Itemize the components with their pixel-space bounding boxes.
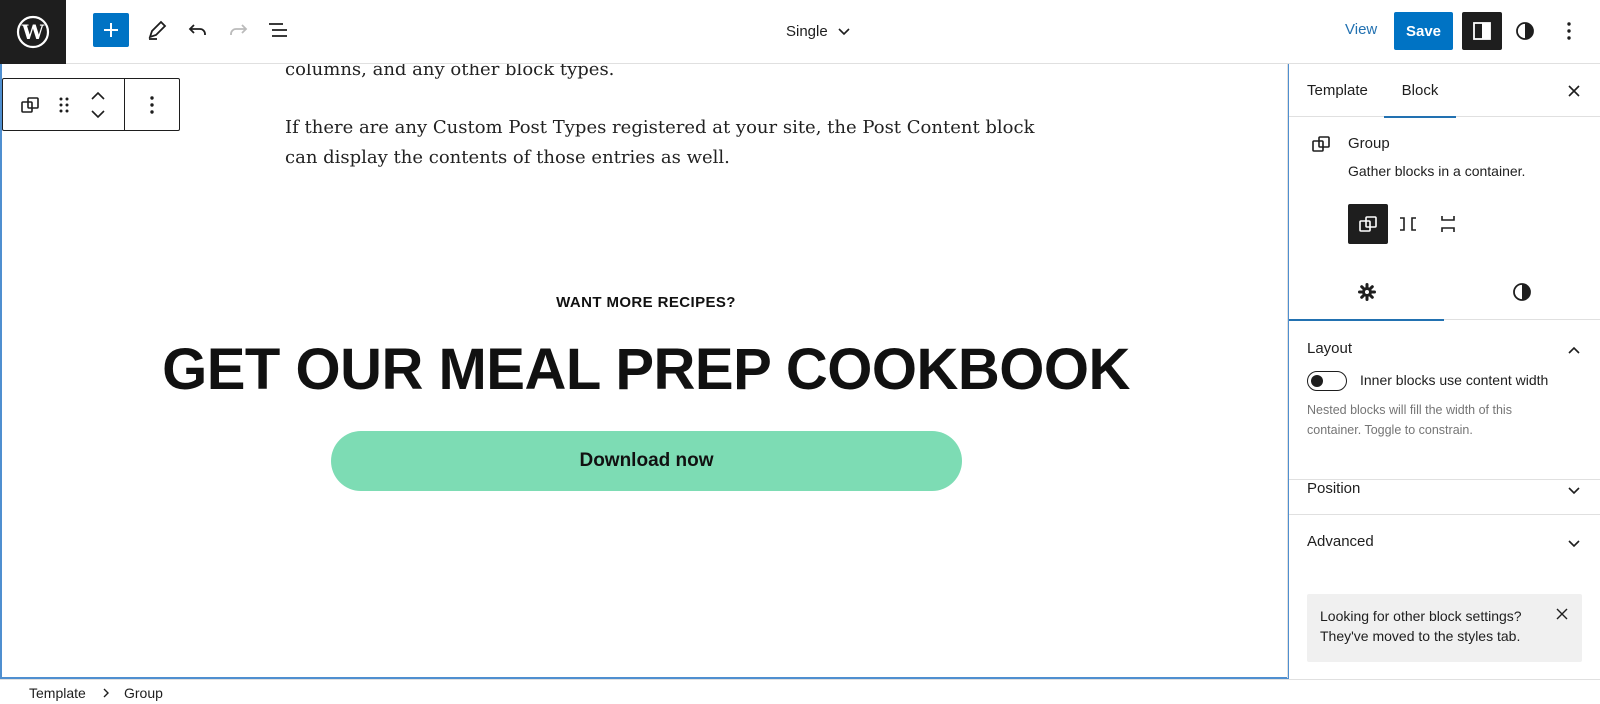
row-icon <box>1400 217 1416 231</box>
group-icon <box>20 96 39 113</box>
view-link[interactable]: View <box>1345 21 1377 38</box>
active-tab-indicator <box>1384 116 1456 118</box>
redo-icon <box>230 24 248 35</box>
advanced-panel[interactable]: Advanced <box>1289 515 1600 568</box>
variation-group-button[interactable] <box>1348 204 1388 244</box>
pencil-icon <box>148 20 167 40</box>
chevron-down-icon[interactable] <box>90 109 106 119</box>
half-circle-icon <box>1512 283 1531 301</box>
more-vertical-icon <box>150 95 154 114</box>
notice-line: They've moved to the styles tab. <box>1320 628 1521 644</box>
wordpress-logo-button[interactable]: W <box>0 0 66 64</box>
svg-text:W: W <box>21 20 45 44</box>
styles-button[interactable] <box>1507 13 1543 49</box>
editor-canvas[interactable]: columns, and any other block types. If t… <box>0 64 1288 678</box>
cookbook-heading[interactable]: GET OUR MEAL PREP COOKBOOK <box>2 336 1288 403</box>
help-line: Nested blocks will fill the width of thi… <box>1307 403 1512 417</box>
tab-label: Block <box>1401 82 1439 99</box>
plus-icon <box>104 23 118 37</box>
position-panel[interactable]: Position <box>1289 462 1600 515</box>
list-view-icon <box>269 23 287 37</box>
close-icon <box>1568 85 1580 97</box>
add-block-button[interactable] <box>93 13 129 47</box>
block-options-button[interactable] <box>125 79 179 130</box>
notice-text: Looking for other block settings? They'v… <box>1320 606 1522 646</box>
settings-toggle-button[interactable] <box>1462 12 1502 50</box>
paragraph-line: can display the contents of those entrie… <box>285 147 730 168</box>
close-sidebar-button[interactable] <box>1560 77 1588 105</box>
settings-sidebar: Template Block Group Gather blocks in a … <box>1289 64 1600 678</box>
tab-template[interactable]: Template <box>1307 64 1387 117</box>
layout-help-text: Nested blocks will fill the width of thi… <box>1307 400 1587 440</box>
gear-icon <box>1357 283 1376 301</box>
chevron-down-icon <box>1568 540 1580 548</box>
block-type-button[interactable] <box>3 79 56 130</box>
variation-row-button[interactable] <box>1388 204 1428 244</box>
move-controls <box>72 79 123 130</box>
stack-icon <box>1441 216 1455 232</box>
sidebar-toggle-icon <box>1473 22 1491 40</box>
download-now-button[interactable]: Download now <box>331 431 962 491</box>
sidebar-tabs: Template Block <box>1289 64 1600 118</box>
chevron-right-icon <box>103 688 109 698</box>
list-view-button[interactable] <box>260 12 296 48</box>
editor-header: W Single View Save <box>0 0 1600 64</box>
redo-button[interactable] <box>220 12 256 48</box>
breadcrumb-group[interactable]: Group <box>124 685 163 701</box>
paragraph-block[interactable]: columns, and any other block types. <box>285 64 1005 85</box>
save-button[interactable]: Save <box>1394 12 1453 50</box>
variation-stack-button[interactable] <box>1428 204 1468 244</box>
tab-settings[interactable] <box>1289 264 1444 321</box>
content-width-toggle[interactable] <box>1307 371 1347 391</box>
block-toolbar <box>2 78 180 131</box>
undo-button[interactable] <box>180 12 216 48</box>
more-vertical-icon <box>1567 22 1571 40</box>
eyebrow-heading[interactable]: WANT MORE RECIPES? <box>2 294 1288 311</box>
options-button[interactable] <box>1551 13 1587 49</box>
panel-title: Advanced <box>1307 533 1374 550</box>
chevron-down-icon <box>1568 487 1580 495</box>
drag-handle[interactable] <box>56 79 72 130</box>
chevron-up-icon[interactable] <box>90 91 106 101</box>
chevron-up-icon[interactable] <box>1566 342 1582 358</box>
block-description: Gather blocks in a container. <box>1348 163 1526 179</box>
document-title-dropdown[interactable]: Single <box>786 20 852 42</box>
undo-icon <box>188 24 206 35</box>
chevron-down-icon <box>838 28 850 36</box>
paragraph-line: If there are any Custom Post Types regis… <box>285 117 1035 138</box>
tab-label: Template <box>1307 82 1368 99</box>
styles-notice: Looking for other block settings? They'v… <box>1307 594 1582 662</box>
toggle-label: Inner blocks use content width <box>1360 372 1549 388</box>
close-icon[interactable] <box>1556 608 1568 620</box>
drag-handle-icon <box>59 97 69 112</box>
help-line: container. Toggle to constrain. <box>1307 423 1473 437</box>
tab-styles[interactable] <box>1444 264 1599 320</box>
breadcrumb-template[interactable]: Template <box>29 685 86 701</box>
block-breadcrumb: Template Group <box>0 679 1600 704</box>
document-title: Single <box>786 22 828 40</box>
group-icon <box>1312 136 1330 152</box>
sidebar-divider <box>1287 64 1288 678</box>
panel-title: Position <box>1307 480 1361 497</box>
block-name: Group <box>1348 135 1390 152</box>
paragraph-block[interactable]: If there are any Custom Post Types regis… <box>285 113 1035 173</box>
tools-button[interactable] <box>139 12 175 48</box>
panel-title[interactable]: Layout <box>1307 340 1352 357</box>
tab-block[interactable]: Block <box>1384 64 1456 118</box>
notice-line: Looking for other block settings? <box>1320 608 1522 624</box>
group-icon <box>1359 216 1377 232</box>
inspector-tabs <box>1289 264 1600 321</box>
wordpress-logo-icon: W <box>16 15 50 49</box>
half-circle-icon <box>1516 22 1534 40</box>
